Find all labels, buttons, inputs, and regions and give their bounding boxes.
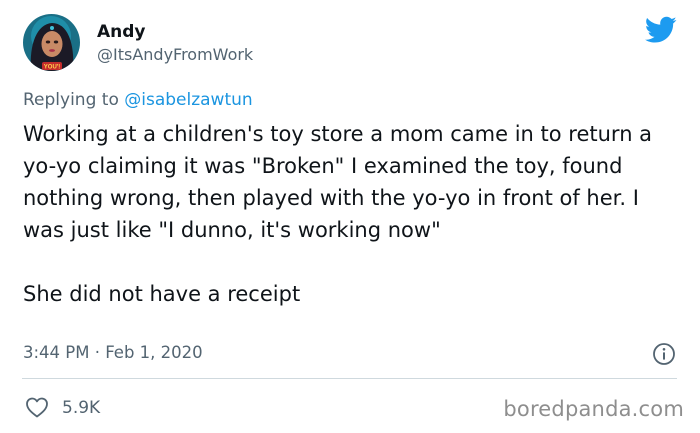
divider — [22, 378, 677, 379]
info-icon[interactable] — [652, 342, 676, 366]
twitter-bird-icon[interactable] — [645, 16, 677, 44]
like-count[interactable]: 5.9K — [62, 398, 100, 418]
tweet-text: Working at a children's toy store a mom … — [23, 122, 653, 306]
tweet-card: YOU'! Andy @ItsAndyFromWork Replying to … — [0, 0, 700, 433]
heart-icon[interactable] — [25, 396, 49, 418]
author-handle[interactable]: @ItsAndyFromWork — [97, 45, 253, 65]
author-name[interactable]: Andy — [97, 22, 146, 42]
reply-mention-link[interactable]: @isabelzawtun — [124, 90, 252, 110]
avatar-image: YOU'! — [23, 14, 80, 71]
replying-to-label: Replying to — [23, 90, 125, 110]
avatar[interactable]: YOU'! — [23, 14, 80, 71]
replying-to: Replying to @isabelzawtun — [23, 89, 253, 111]
avatar-badge-text: YOU'! — [44, 65, 60, 71]
watermark: boredpanda.com — [503, 397, 684, 421]
tweet-timestamp[interactable]: 3:44 PM · Feb 1, 2020 — [23, 343, 203, 363]
